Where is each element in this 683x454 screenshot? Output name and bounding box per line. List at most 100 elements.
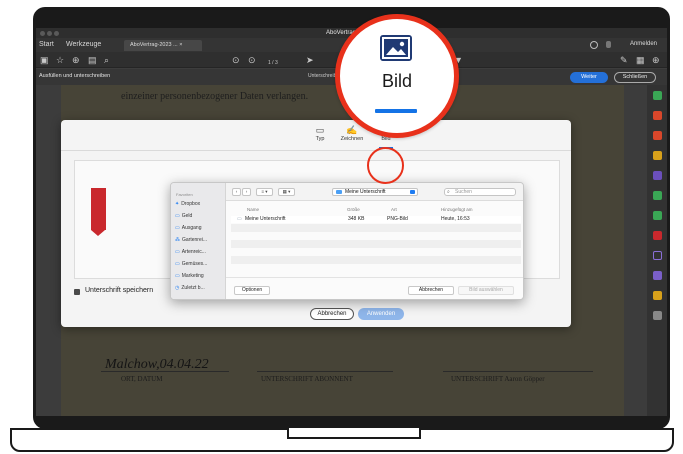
right-tool-rail — [647, 85, 667, 416]
dropbox-icon: ✦ — [175, 201, 180, 207]
fill-sign-rail-icon[interactable] — [653, 271, 662, 280]
folder-icon: ▭ — [175, 249, 180, 255]
chevron-down-icon — [410, 190, 415, 194]
notification-icon[interactable] — [606, 41, 611, 48]
location-select[interactable]: Meine Unterschrift — [332, 188, 418, 196]
edit-pdf-icon[interactable] — [653, 191, 662, 200]
zoom-icon[interactable]: ⌕ — [104, 55, 109, 65]
column-kind[interactable]: Art — [391, 207, 397, 212]
apply-button[interactable]: Anwenden — [358, 308, 404, 320]
minimize-window-icon[interactable] — [47, 31, 52, 36]
help-icon[interactable] — [590, 41, 598, 49]
type-icon: ▭ — [315, 125, 325, 135]
tab-typ-label: Typ — [315, 136, 325, 142]
empty-row — [231, 256, 521, 264]
sidebar-item-marketing[interactable]: ▭ Marketing — [175, 273, 204, 280]
signature-line — [101, 371, 229, 372]
weiter-button[interactable]: Weiter — [570, 72, 608, 83]
sidebar-item-zuletzt[interactable]: ◷ Zuletzt b... — [175, 285, 205, 292]
fill-sign-label: Ausfüllen und unterschreiben — [39, 73, 111, 79]
search-icon: ⌕ — [447, 189, 450, 195]
magnified-bild-label: Bild — [381, 71, 412, 91]
file-picker: Favoriten ✦ Dropbox ▭ Geld ▭ Ausgang ⁂ Garte… — [170, 182, 524, 300]
save-icon[interactable]: ▣ — [40, 55, 49, 65]
pdf-image-preview — [91, 188, 106, 230]
compress-icon[interactable] — [653, 211, 662, 220]
column-size[interactable]: Größe — [347, 207, 360, 212]
picker-sidebar: Favoriten ✦ Dropbox ▭ Geld ▭ Ausgang ⁂ Garte… — [171, 183, 226, 299]
pdf-image-preview-tip — [91, 230, 105, 236]
image-file-icon: ▭ — [237, 216, 242, 222]
document-text: einzeiner personenbezogener Daten verlan… — [121, 91, 309, 102]
page-up-icon[interactable]: ⊙ — [232, 55, 240, 65]
options-button[interactable]: Optionen — [234, 286, 270, 295]
share-icon[interactable]: ⊕ — [652, 55, 660, 65]
redact-icon[interactable] — [653, 231, 662, 240]
folder-icon: ▭ — [175, 213, 180, 219]
back-icon[interactable]: ‹ — [232, 188, 241, 196]
column-added[interactable]: Hinzugefügt am — [441, 207, 473, 212]
save-signature-checkbox[interactable] — [74, 289, 80, 295]
protect-icon[interactable] — [653, 251, 662, 260]
export-pdf-icon[interactable] — [653, 91, 662, 100]
forward-icon[interactable]: › — [242, 188, 251, 196]
layout-icon[interactable]: ▦ — [636, 55, 645, 65]
image-icon — [380, 35, 412, 61]
customize-icon[interactable] — [653, 311, 662, 320]
file-name: Meine Unterschrift — [245, 216, 286, 222]
more-tools-icon[interactable] — [653, 291, 662, 300]
sidebar-item-artenreic[interactable]: ▭ Artenreic... — [175, 249, 206, 256]
login-link[interactable]: Anmelden — [630, 41, 657, 47]
file-added: Heute, 16:53 — [441, 216, 470, 222]
menu-start[interactable]: Start — [39, 40, 54, 50]
select-tool-icon[interactable]: ➤ — [306, 55, 314, 65]
page-down-icon[interactable]: ⊙ — [248, 55, 256, 65]
picker-toolbar: ‹ › ≡ ▾ ▦ ▾ Meine Unterschrift ⌕ Suchen — [226, 183, 523, 201]
owner-signature-label: UNTERSCHRIFT Aaron Göpper — [451, 375, 545, 383]
sidebar-item-dropbox[interactable]: ✦ Dropbox — [175, 201, 200, 208]
choose-image-button[interactable]: Bild auswählen — [458, 286, 514, 295]
laptop-notch — [287, 428, 421, 439]
file-kind: PNG-Bild — [387, 216, 408, 222]
close-window-icon[interactable] — [40, 31, 45, 36]
combine-icon[interactable] — [653, 131, 662, 140]
signature-line — [257, 371, 393, 372]
comment-icon[interactable] — [653, 151, 662, 160]
organize-icon[interactable] — [653, 171, 662, 180]
location-label: Meine Unterschrift — [345, 189, 386, 195]
sidebar-item-gemueses[interactable]: ▭ Gemüses... — [175, 261, 207, 268]
empty-row — [231, 240, 521, 248]
divider — [61, 150, 571, 151]
create-pdf-icon[interactable] — [653, 111, 662, 120]
signature-line — [443, 371, 593, 372]
star-icon[interactable]: ☆ — [56, 55, 64, 65]
cancel-button[interactable]: Abbrechen — [310, 308, 354, 320]
highlight-ring — [367, 147, 404, 184]
picker-cancel-button[interactable]: Abbrechen — [408, 286, 454, 295]
upload-icon[interactable]: ⊕ — [72, 55, 80, 65]
grid-view-icon[interactable]: ▦ ▾ — [278, 188, 295, 196]
column-name[interactable]: Name — [247, 207, 259, 212]
magnifier-callout: Bild — [335, 14, 459, 138]
menu-werkzeuge[interactable]: Werkzeuge — [66, 40, 101, 50]
fill-sign-icon[interactable]: ✎ — [620, 55, 628, 65]
print-icon[interactable]: ▤ — [88, 55, 97, 65]
folder-icon: ▭ — [175, 261, 180, 267]
schliessen-button[interactable]: Schließen — [614, 72, 656, 83]
sidebar-item-ausgang[interactable]: ▭ Ausgang — [175, 225, 201, 232]
file-size: 348 KB — [348, 216, 365, 222]
active-tab-indicator — [375, 109, 417, 113]
zoom-window-icon[interactable] — [54, 31, 59, 36]
document-tab[interactable]: AboVertrag-2023 ... × — [124, 40, 202, 51]
page-indicator: 1 / 3 — [268, 60, 278, 66]
tab-typ[interactable]: ▭ Typ — [304, 124, 336, 142]
empty-row — [231, 224, 521, 232]
picker-footer: Optionen Abbrechen Bild auswählen — [226, 277, 523, 299]
search-input[interactable]: ⌕ Suchen — [444, 188, 516, 196]
place-date-label: ORT, DATUM — [121, 375, 163, 383]
sidebar-item-geld[interactable]: ▭ Geld — [175, 213, 192, 220]
list-view-icon[interactable]: ≡ ▾ — [256, 188, 273, 196]
sidebar-item-gartenrei[interactable]: ⁂ Gartenrei... — [175, 237, 207, 244]
table-row[interactable]: ▭ Meine Unterschrift 348 KB PNG-Bild Heu… — [231, 216, 521, 223]
search-placeholder: Suchen — [455, 189, 472, 195]
